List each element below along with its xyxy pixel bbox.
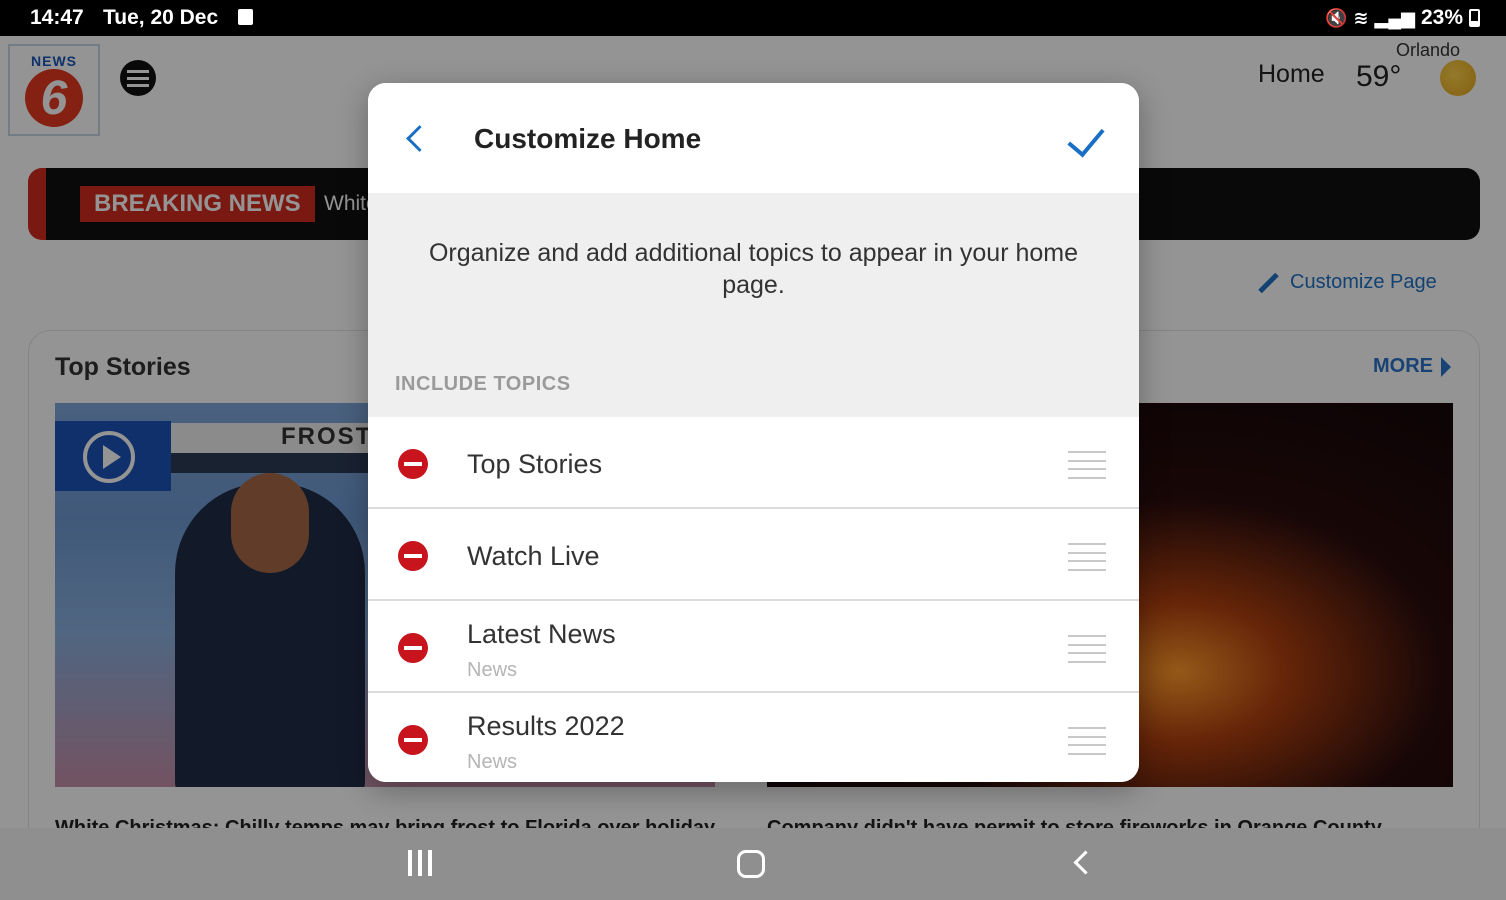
topic-row[interactable]: Latest News News	[368, 601, 1139, 693]
topic-category: News	[467, 751, 518, 773]
system-nav-bar	[0, 828, 1506, 900]
battery-percent: 23%	[1420, 6, 1463, 29]
remove-icon[interactable]	[398, 449, 428, 479]
drag-handle-icon[interactable]	[1068, 451, 1106, 479]
status-time: 14:47	[30, 6, 84, 29]
signal-icon: ▂▄▆	[1374, 7, 1415, 28]
status-icons: 🔇 ≋ ▂▄▆ 23%	[1325, 6, 1480, 30]
mute-icon: 🔇	[1325, 7, 1348, 28]
dialog-description: Organize and add additional topics to ap…	[428, 239, 1079, 299]
home-icon[interactable]	[737, 850, 765, 878]
back-arrow-icon[interactable]	[402, 123, 426, 157]
topic-list: Top Stories Watch Live Latest News News …	[368, 417, 1139, 782]
wifi-icon: ≋	[1353, 7, 1369, 28]
dialog-title: Customize Home	[474, 123, 702, 154]
remove-icon[interactable]	[398, 725, 428, 755]
topic-name: Latest News	[467, 619, 616, 649]
include-topics-label: INCLUDE TOPICS	[395, 373, 571, 395]
back-icon[interactable]	[1071, 850, 1091, 878]
drag-handle-icon[interactable]	[1068, 635, 1106, 663]
topic-row[interactable]: Results 2022 News	[368, 693, 1139, 782]
topic-row[interactable]: Top Stories	[368, 417, 1139, 509]
topic-category: News	[467, 659, 518, 681]
dialog-description-area: Organize and add additional topics to ap…	[368, 193, 1139, 417]
topic-name: Top Stories	[467, 449, 603, 479]
status-date: Tue, 20 Dec	[103, 6, 219, 29]
recents-icon[interactable]	[408, 850, 432, 876]
dialog-header: Customize Home	[368, 83, 1139, 193]
topic-name: Results 2022	[467, 711, 625, 741]
notification-icon	[238, 9, 253, 25]
remove-icon[interactable]	[398, 541, 428, 571]
remove-icon[interactable]	[398, 633, 428, 663]
status-bar: 14:47 Tue, 20 Dec 🔇 ≋ ▂▄▆ 23%	[0, 0, 1506, 36]
drag-handle-icon[interactable]	[1068, 727, 1106, 755]
customize-home-dialog: Customize Home Organize and add addition…	[368, 83, 1139, 782]
topic-name: Watch Live	[467, 541, 600, 571]
battery-icon	[1469, 9, 1480, 27]
drag-handle-icon[interactable]	[1068, 543, 1106, 571]
confirm-checkmark-icon[interactable]	[1064, 119, 1108, 159]
topic-row[interactable]: Watch Live	[368, 509, 1139, 601]
